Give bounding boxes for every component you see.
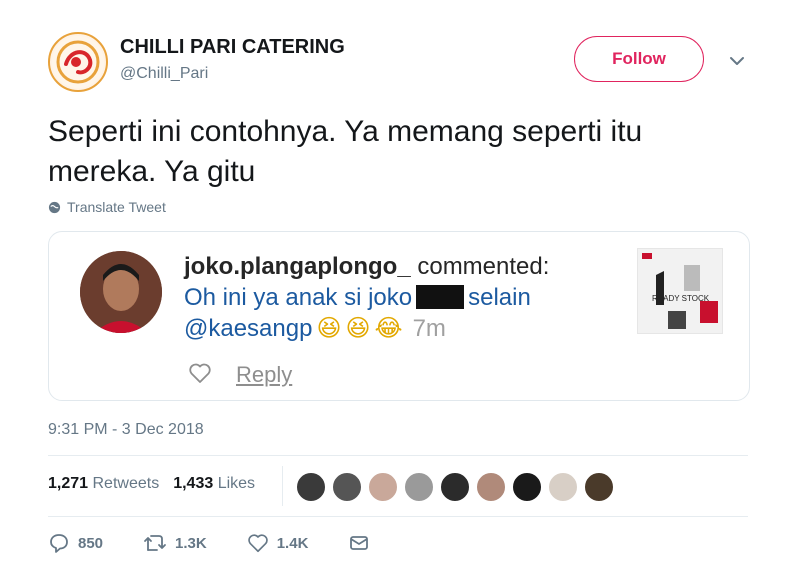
comment-text-part: selain — [468, 284, 531, 311]
retweet-action[interactable]: 1.3K — [143, 532, 207, 554]
redaction-bar — [416, 285, 465, 309]
liker-avatar[interactable] — [404, 472, 434, 502]
tweet-stats: 1,271 Retweets 1,433 Likes — [48, 475, 255, 493]
globe-icon — [48, 201, 61, 213]
comment-text-line: Oh ini ya anak si joko selain — [184, 284, 531, 312]
account-handle[interactable]: @Chilli_Pari — [120, 65, 208, 83]
comment-text-line: @kaesangp 😆 😆 😂 7m — [184, 314, 446, 343]
comment-time: 7m — [412, 314, 446, 342]
reply-icon — [50, 534, 68, 553]
post-thumbnail[interactable]: READY STOCK — [637, 248, 723, 334]
retweets-stat[interactable]: 1,271 Retweets — [48, 475, 159, 493]
retweet-icon — [144, 535, 166, 551]
tweet-header: CHILLI PARI CATERING @Chilli_Pari Follow — [48, 30, 768, 94]
tweet-timestamp[interactable]: 9:31 PM - 3 Dec 2018 — [48, 421, 204, 439]
divider — [48, 516, 748, 517]
liker-avatar[interactable] — [584, 472, 614, 502]
laughing-emoji-icon: 😆 — [345, 315, 371, 342]
liker-avatar[interactable] — [332, 472, 362, 502]
comment-header: joko.plangaplongo_ commented: — [184, 253, 549, 281]
like-action[interactable]: 1.4K — [247, 532, 309, 554]
envelope-icon — [350, 536, 369, 550]
comment-verb: commented: — [417, 253, 550, 280]
account-avatar[interactable] — [48, 32, 108, 92]
retweets-label: Retweets — [92, 475, 160, 492]
comment-text-part: Oh ini ya anak si joko — [184, 284, 413, 311]
reply-action[interactable]: 850 — [48, 532, 103, 554]
account-display-name[interactable]: CHILLI PARI CATERING — [120, 36, 345, 59]
likes-count: 1,433 — [173, 475, 214, 492]
message-action[interactable] — [348, 532, 370, 554]
person-photo-icon — [80, 251, 162, 333]
liker-avatar[interactable] — [548, 472, 578, 502]
divider — [282, 466, 283, 506]
tweet-text: Seperti ini contohnya. Ya memang seperti… — [48, 112, 748, 192]
tweet-actions: 850 1.3K 1.4K — [48, 532, 410, 554]
divider — [48, 455, 748, 456]
tweet-text-line: Seperti ini contohnya. Ya memang seperti… — [48, 115, 643, 148]
embedded-comment-card[interactable]: joko.plangaplongo_ commented: Oh ini ya … — [48, 231, 750, 401]
translate-label: Translate Tweet — [67, 199, 166, 215]
laughing-emoji-icon: 😆 — [316, 315, 342, 342]
liker-avatars — [296, 472, 614, 502]
heart-outline-icon[interactable] — [188, 362, 212, 384]
translate-link[interactable]: Translate Tweet — [48, 199, 166, 215]
commenter-avatar — [80, 251, 162, 333]
retweet-count: 1.3K — [175, 534, 207, 552]
thumbnail-text: READY STOCK — [652, 294, 710, 303]
follow-button[interactable]: Follow — [574, 36, 704, 82]
chilli-logo-icon — [52, 36, 104, 88]
reply-count: 850 — [78, 534, 104, 552]
liker-avatar[interactable] — [512, 472, 542, 502]
commenter-username[interactable]: joko.plangaplongo_ — [184, 253, 411, 280]
chevron-down-icon[interactable] — [726, 50, 748, 72]
liker-avatar[interactable] — [440, 472, 470, 502]
tweet-text-line: mereka. Ya gitu — [48, 155, 256, 188]
heart-icon — [247, 534, 268, 553]
comment-mention[interactable]: @kaesangp — [184, 315, 312, 343]
post-thumbnail-image: READY STOCK — [638, 249, 722, 333]
comment-reply-link[interactable]: Reply — [236, 362, 292, 388]
liker-avatar[interactable] — [296, 472, 326, 502]
likes-label: Likes — [217, 475, 256, 492]
liker-avatar[interactable] — [368, 472, 398, 502]
likes-stat[interactable]: 1,433 Likes — [173, 475, 255, 493]
crying-laughing-emoji-icon: 😂 — [374, 315, 403, 342]
liker-avatar[interactable] — [476, 472, 506, 502]
like-count: 1.4K — [276, 534, 309, 552]
retweets-count: 1,271 — [48, 475, 89, 492]
